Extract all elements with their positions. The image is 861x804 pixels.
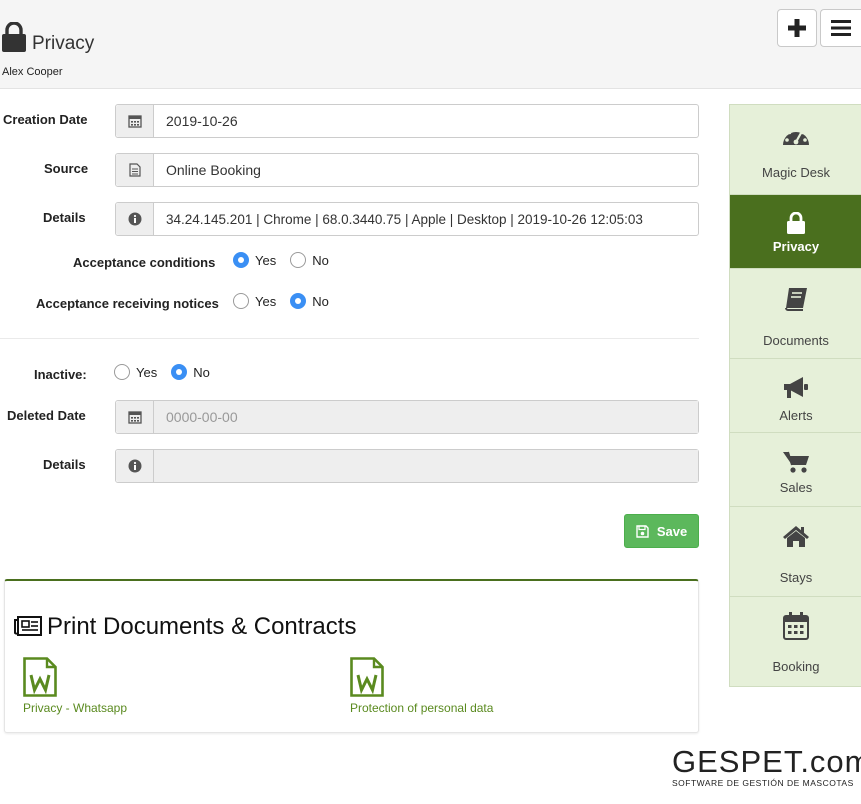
document-privacy-whatsapp[interactable]: Privacy - Whatsapp bbox=[23, 657, 127, 715]
lock-icon bbox=[2, 22, 26, 52]
add-button[interactable] bbox=[777, 9, 817, 47]
radio-checked[interactable] bbox=[171, 364, 188, 380]
dashboard-icon bbox=[783, 127, 809, 145]
sidebar-item-alerts[interactable]: Alerts bbox=[730, 359, 861, 433]
details-value[interactable]: 34.24.145.201 | Chrome | 68.0.3440.75 | … bbox=[154, 203, 698, 235]
sidebar-item-stays[interactable]: Stays bbox=[730, 507, 861, 597]
inactive-yes[interactable]: Yes bbox=[114, 364, 157, 380]
info-icon bbox=[116, 203, 154, 235]
calendar-icon bbox=[116, 401, 154, 433]
source-value[interactable]: Online Booking bbox=[154, 154, 698, 186]
word-document-icon bbox=[23, 657, 57, 697]
sidebar-item-magic-desk[interactable]: Magic Desk bbox=[730, 105, 861, 195]
details2-label: Details bbox=[43, 457, 86, 472]
newspaper-icon bbox=[14, 616, 42, 636]
file-icon bbox=[116, 154, 154, 186]
inactive-radio-group: Yes No bbox=[114, 364, 224, 380]
sidebar-item-documents[interactable]: Documents bbox=[730, 269, 861, 359]
radio-unchecked[interactable] bbox=[114, 364, 130, 380]
plus-icon bbox=[788, 19, 806, 37]
details-field[interactable]: 34.24.145.201 | Chrome | 68.0.3440.75 | … bbox=[115, 202, 699, 236]
calendar-icon bbox=[116, 105, 154, 137]
info-icon bbox=[116, 450, 154, 482]
deleted-date-field: 0000-00-00 bbox=[115, 400, 699, 434]
word-document-icon bbox=[350, 657, 384, 697]
gespet-logo: GESPET.com SOFTWARE DE GESTIÓN DE MASCOT… bbox=[672, 744, 861, 788]
calendar-icon bbox=[783, 612, 809, 640]
print-documents-panel: Print Documents & Contracts Privacy - Wh… bbox=[4, 579, 699, 733]
sidebar: Magic Desk Privacy Documents Alerts Sale… bbox=[729, 104, 861, 687]
acceptance-notices-label: Acceptance receiving notices bbox=[36, 296, 219, 311]
acceptance-conditions-label: Acceptance conditions bbox=[73, 255, 216, 270]
document-label[interactable]: Protection of personal data bbox=[350, 701, 493, 715]
acceptance-notices-radio-group: Yes No bbox=[233, 293, 343, 309]
acceptance-conditions-no[interactable]: No bbox=[290, 252, 329, 268]
document-protection-personal-data[interactable]: Protection of personal data bbox=[350, 657, 493, 715]
radio-unchecked[interactable] bbox=[233, 293, 249, 309]
user-name: Alex Cooper bbox=[2, 66, 63, 78]
sidebar-item-privacy[interactable]: Privacy bbox=[730, 195, 861, 269]
inactive-label: Inactive: bbox=[34, 367, 87, 382]
logo-tagline: SOFTWARE DE GESTIÓN DE MASCOTAS bbox=[672, 778, 854, 788]
megaphone-icon bbox=[784, 377, 808, 398]
creation-date-value[interactable]: 2019-10-26 bbox=[154, 105, 698, 137]
acceptance-conditions-yes[interactable]: Yes bbox=[233, 252, 276, 268]
logo-brand: GESPET.com bbox=[672, 744, 861, 779]
creation-date-label: Creation Date bbox=[3, 112, 88, 127]
acceptance-conditions-radio-group: Yes No bbox=[233, 252, 343, 268]
deleted-date-label: Deleted Date bbox=[7, 408, 86, 423]
details2-field bbox=[115, 449, 699, 483]
page-header: Privacy Alex Cooper bbox=[0, 0, 861, 89]
acceptance-notices-yes[interactable]: Yes bbox=[233, 293, 276, 309]
radio-unchecked[interactable] bbox=[290, 252, 307, 268]
cart-icon bbox=[783, 451, 809, 473]
deleted-date-value: 0000-00-00 bbox=[154, 401, 698, 433]
details2-value bbox=[154, 450, 698, 482]
inactive-no[interactable]: No bbox=[171, 364, 210, 380]
home-icon bbox=[783, 526, 809, 547]
book-icon bbox=[785, 288, 807, 311]
radio-checked[interactable] bbox=[233, 252, 249, 268]
radio-checked[interactable] bbox=[290, 293, 307, 309]
details-label: Details bbox=[43, 210, 86, 225]
print-documents-title: Print Documents & Contracts bbox=[47, 613, 357, 640]
sidebar-item-booking[interactable]: Booking bbox=[730, 597, 861, 688]
source-field[interactable]: Online Booking bbox=[115, 153, 699, 187]
source-label: Source bbox=[44, 161, 89, 176]
floppy-icon bbox=[636, 524, 649, 538]
hamburger-icon bbox=[831, 20, 851, 36]
acceptance-notices-no[interactable]: No bbox=[290, 293, 329, 309]
document-label[interactable]: Privacy - Whatsapp bbox=[23, 701, 127, 715]
menu-button[interactable] bbox=[820, 9, 861, 47]
creation-date-field[interactable]: 2019-10-26 bbox=[115, 104, 699, 138]
page-title: Privacy bbox=[32, 33, 95, 54]
sidebar-item-sales[interactable]: Sales bbox=[730, 433, 861, 507]
section-divider bbox=[0, 338, 699, 339]
save-button[interactable]: Save bbox=[624, 514, 699, 548]
lock-icon bbox=[787, 212, 805, 234]
